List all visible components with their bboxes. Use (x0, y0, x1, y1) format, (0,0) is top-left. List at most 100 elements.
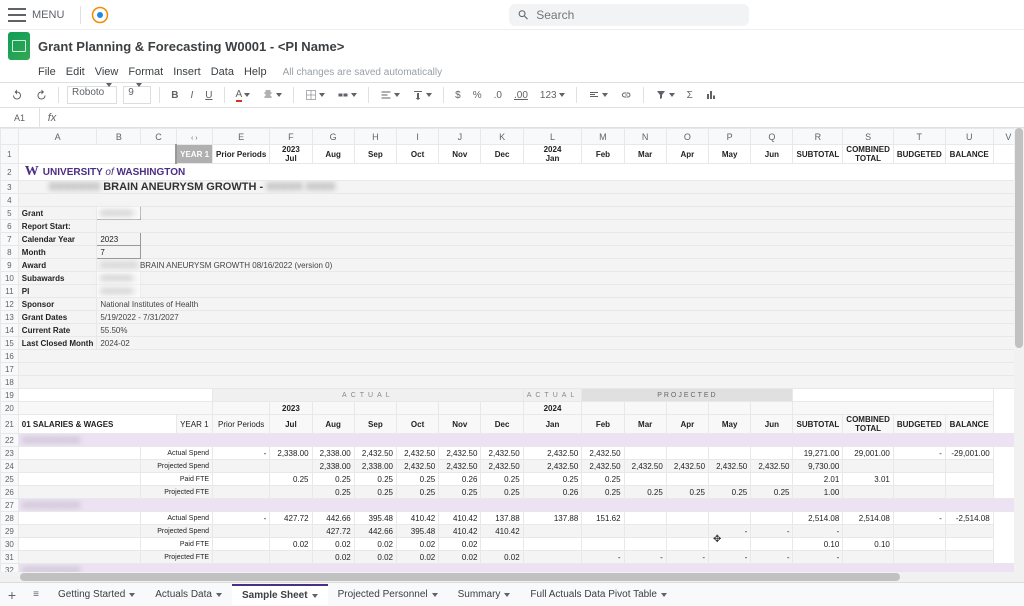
row-header[interactable]: 6 (1, 220, 19, 233)
text-color-button[interactable]: A (233, 87, 254, 104)
col-header[interactable]: U (945, 129, 993, 145)
sigma-button[interactable]: Σ (684, 88, 696, 103)
row-header[interactable]: 16 (1, 350, 19, 363)
menu-file[interactable]: File (38, 66, 56, 78)
menu-help[interactable]: Help (244, 66, 267, 78)
row-header[interactable]: 13 (1, 311, 19, 324)
row-header[interactable]: 31 (1, 551, 19, 564)
formula-input[interactable] (64, 112, 1024, 124)
row-header[interactable]: 15 (1, 337, 19, 350)
menu-view[interactable]: View (95, 66, 119, 78)
sheet-tab[interactable]: Getting Started (48, 584, 145, 605)
menu-format[interactable]: Format (128, 66, 163, 78)
font-select[interactable]: Roboto (67, 86, 117, 104)
currency-button[interactable]: $ (452, 88, 464, 103)
row-header[interactable]: 26 (1, 486, 19, 499)
valign-button[interactable] (409, 87, 435, 103)
percent-button[interactable]: % (470, 88, 485, 103)
row-header[interactable]: 5 (1, 207, 19, 220)
row-header[interactable]: 10 (1, 272, 19, 285)
menu-edit[interactable]: Edit (66, 66, 85, 78)
col-header[interactable]: M (582, 129, 624, 145)
col-header[interactable]: T (893, 129, 945, 145)
number-format-button[interactable]: 123 (537, 88, 568, 103)
col-header[interactable]: G (312, 129, 354, 145)
fill-color-button[interactable] (259, 87, 285, 103)
hamburger-menu[interactable] (8, 6, 26, 24)
col-header[interactable]: F (270, 129, 312, 145)
col-header[interactable]: O (666, 129, 708, 145)
halign-button[interactable] (377, 87, 403, 103)
link-button[interactable] (617, 87, 635, 103)
col-header[interactable]: I (396, 129, 438, 145)
col-header[interactable]: H (354, 129, 396, 145)
row-header[interactable]: 22 (1, 434, 19, 447)
row-header[interactable]: 24 (1, 460, 19, 473)
all-sheets-button[interactable]: ≡ (24, 589, 48, 600)
document-title[interactable]: Grant Planning & Forecasting W0001 - <PI… (38, 39, 344, 54)
col-header[interactable]: N (624, 129, 666, 145)
vertical-scrollbar[interactable] (1014, 128, 1024, 582)
col-header[interactable]: R (793, 129, 843, 145)
row-header[interactable]: 1 (1, 145, 19, 164)
row-header[interactable]: 2 (1, 164, 19, 181)
row-header[interactable]: 4 (1, 194, 19, 207)
sheet-tab[interactable]: Projected Personnel (328, 584, 448, 605)
underline-button[interactable]: U (202, 88, 215, 103)
row-header[interactable]: 18 (1, 376, 19, 389)
menu-label[interactable]: MENU (32, 9, 64, 21)
row-header[interactable]: 11 (1, 285, 19, 298)
menu-insert[interactable]: Insert (173, 66, 201, 78)
add-sheet-button[interactable]: + (0, 587, 24, 603)
menu-data[interactable]: Data (211, 66, 234, 78)
merge-button[interactable] (334, 87, 360, 103)
row-header[interactable]: 19 (1, 389, 19, 402)
row-header[interactable]: 29 (1, 525, 19, 538)
col-header[interactable]: E (213, 129, 270, 145)
row-header[interactable]: 23 (1, 447, 19, 460)
filter-button[interactable] (652, 87, 678, 103)
row-header[interactable]: 3 (1, 181, 19, 194)
col-header[interactable]: J (439, 129, 481, 145)
row-header[interactable]: 17 (1, 363, 19, 376)
sheet-tab[interactable]: Actuals Data (145, 584, 232, 605)
italic-button[interactable]: I (187, 88, 196, 103)
select-all-cell[interactable] (1, 129, 19, 145)
chart-button[interactable] (702, 87, 720, 103)
row-header[interactable]: 21 (1, 415, 19, 434)
sheet-tab[interactable]: Summary (448, 584, 521, 605)
sheet-tab[interactable]: Full Actuals Data Pivot Table (520, 584, 677, 605)
col-header[interactable]: B (97, 129, 141, 145)
dec0-button[interactable]: .0 (491, 88, 505, 103)
row-header[interactable]: 14 (1, 324, 19, 337)
spreadsheet-area[interactable]: ABC‹ ›EFGHIJKLMNOPQRSTUV 1YEAR 1Prior Pe… (0, 128, 1024, 582)
col-header[interactable]: K (481, 129, 523, 145)
horizontal-scrollbar[interactable] (0, 572, 1014, 582)
borders-button[interactable] (302, 87, 328, 103)
row-header[interactable]: 8 (1, 246, 19, 259)
col-header[interactable]: A (18, 129, 97, 145)
col-header[interactable]: P (709, 129, 751, 145)
redo-button[interactable] (32, 87, 50, 103)
search-input[interactable] (536, 8, 741, 22)
col-header[interactable]: ‹ › (176, 129, 212, 145)
row-header[interactable]: 25 (1, 473, 19, 486)
col-header[interactable]: Q (751, 129, 793, 145)
row-header[interactable]: 20 (1, 402, 19, 415)
row-header[interactable]: 27 (1, 499, 19, 512)
col-header[interactable]: C (141, 129, 176, 145)
search-box[interactable] (509, 4, 749, 26)
dec00-button[interactable]: .00 (511, 88, 531, 103)
undo-button[interactable] (8, 87, 26, 103)
row-header[interactable]: 9 (1, 259, 19, 272)
wrap-button[interactable] (585, 87, 611, 103)
col-header[interactable]: S (843, 129, 894, 145)
bold-button[interactable]: B (168, 88, 181, 103)
row-header[interactable]: 28 (1, 512, 19, 525)
sheet-tab[interactable]: Sample Sheet (232, 584, 328, 605)
col-header[interactable]: L (523, 129, 582, 145)
row-header[interactable]: 30 (1, 538, 19, 551)
row-header[interactable]: 12 (1, 298, 19, 311)
cell-reference[interactable]: A1 (0, 108, 40, 128)
row-header[interactable]: 7 (1, 233, 19, 246)
